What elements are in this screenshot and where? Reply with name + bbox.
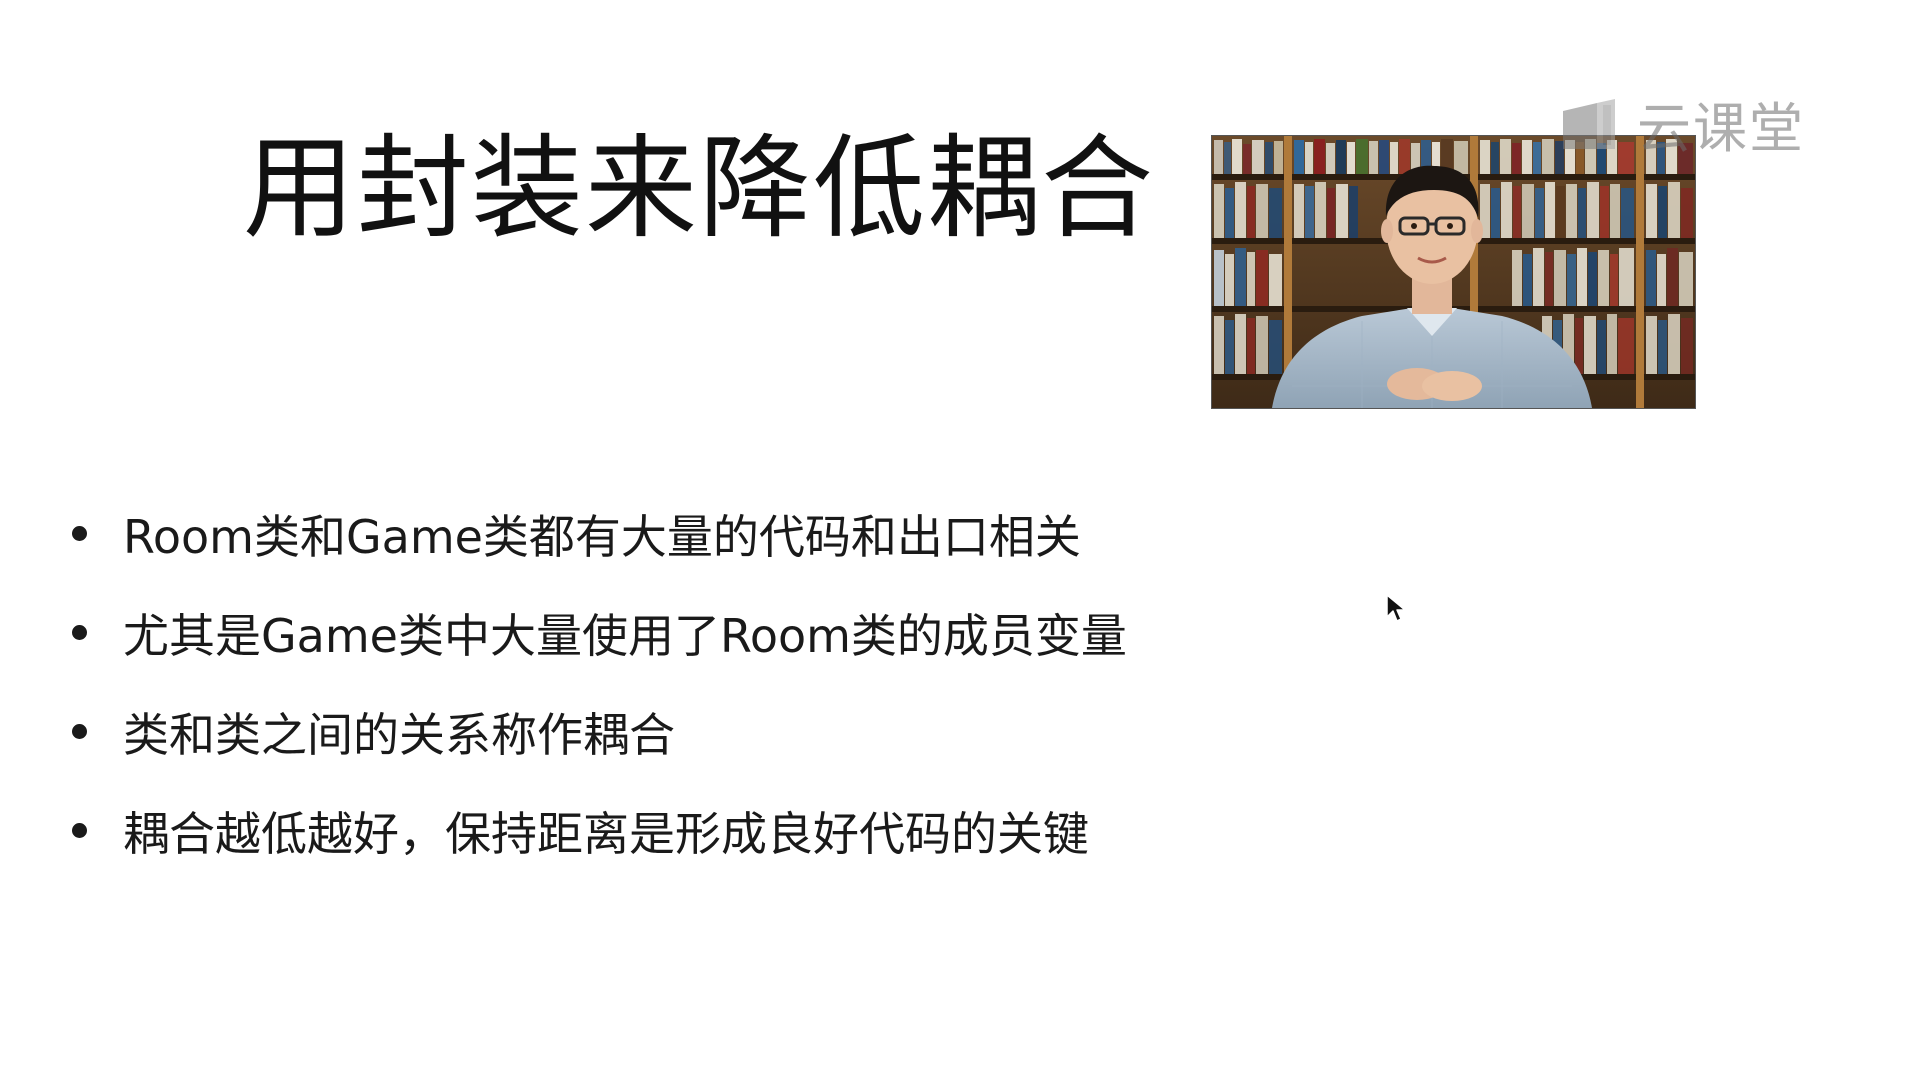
bullet-text: 尤其是Game类中大量使用了Room类的成员变量: [123, 608, 1127, 663]
bullet-text: 耦合越低越好，保持距离是形成良好代码的关键: [123, 806, 1089, 861]
mouse-pointer-icon: [1386, 594, 1406, 622]
slide-title: 用封装来降低耦合: [243, 124, 1155, 254]
bullet-item: 类和类之间的关系称作耦合: [72, 682, 1127, 781]
bullet-item: 尤其是Game类中大量使用了Room类的成员变量: [72, 583, 1127, 682]
watermark-text: 云课堂: [1637, 96, 1805, 160]
instructor-video[interactable]: [1211, 135, 1696, 409]
bullet-dot-icon: [72, 724, 87, 739]
watermark: 云课堂: [1559, 88, 1805, 160]
bullet-dot-icon: [72, 526, 87, 541]
presenter-video-frame: [1212, 136, 1695, 408]
bullet-list: Room类和Game类都有大量的代码和出口相关 尤其是Game类中大量使用了Ro…: [72, 484, 1127, 880]
bullet-item: Room类和Game类都有大量的代码和出口相关: [72, 484, 1127, 583]
slide: 用封装来降低耦合 云课堂 Room类和Game类都有大量的代码和出口相关 尤其是…: [0, 0, 1920, 1080]
bullet-text: 类和类之间的关系称作耦合: [123, 707, 675, 762]
bullet-dot-icon: [72, 625, 87, 640]
bullet-text: Room类和Game类都有大量的代码和出口相关: [123, 509, 1081, 564]
bullet-dot-icon: [72, 823, 87, 838]
bullet-item: 耦合越低越好，保持距离是形成良好代码的关键: [72, 781, 1127, 880]
cloud-classroom-logo-icon: [1563, 99, 1615, 149]
